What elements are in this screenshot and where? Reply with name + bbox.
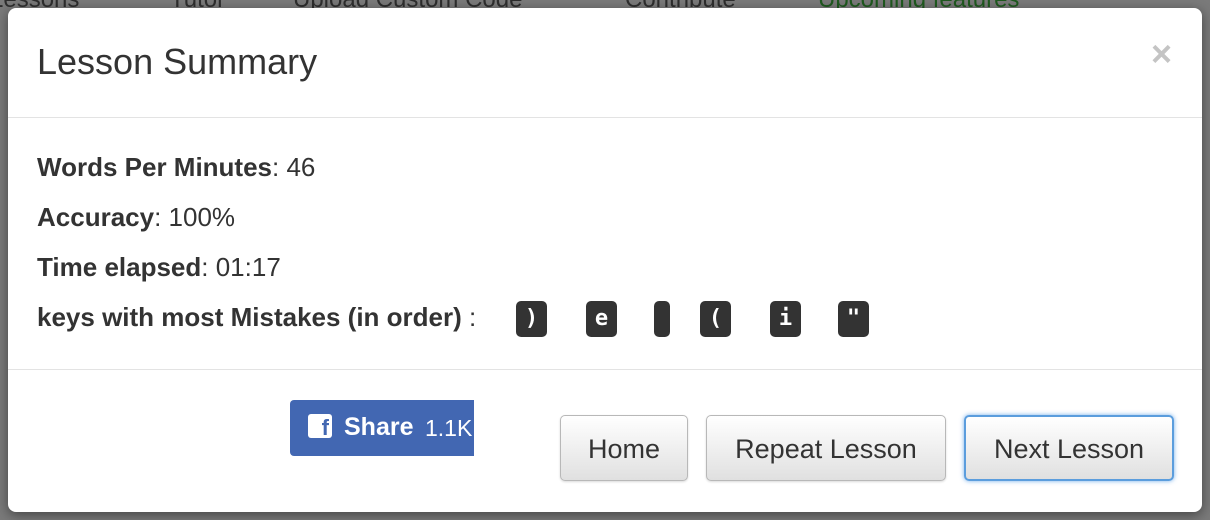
mistake-key [654, 301, 670, 337]
mistake-key: " [838, 301, 869, 337]
accuracy-value: : 100% [154, 202, 236, 232]
modal-title: Lesson Summary [37, 41, 318, 82]
stat-words-per-minute: Words Per Minutes: 46 [37, 152, 315, 183]
repeat-lesson-button[interactable]: Repeat Lesson [706, 415, 946, 481]
lesson-summary-modal: Lesson Summary × Words Per Minutes: 46 A… [8, 8, 1202, 512]
mistake-key: i [770, 301, 801, 337]
modal-header: Lesson Summary × [8, 8, 1202, 118]
mistake-key: e [586, 301, 617, 337]
modal-footer: f Share 1.1K Home Repeat Lesson Next Les… [8, 370, 1202, 512]
share-label: Share [344, 413, 414, 441]
close-icon[interactable]: × [1151, 36, 1172, 72]
mistake-key: ) [516, 301, 547, 337]
time-label: Time elapsed [37, 252, 202, 282]
mistake-key: ( [700, 301, 731, 337]
time-value: : 01:17 [201, 252, 281, 282]
stat-accuracy: Accuracy: 100% [37, 202, 235, 233]
wpm-label: Words Per Minutes [37, 152, 273, 182]
modal-body: Words Per Minutes: 46 Accuracy: 100% Tim… [8, 118, 1202, 370]
next-lesson-button[interactable]: Next Lesson [964, 415, 1174, 481]
facebook-icon: f [308, 414, 332, 438]
stat-time-elapsed: Time elapsed: 01:17 [37, 252, 281, 283]
stat-mistake-keys: keys with most Mistakes (in order) : [37, 302, 476, 333]
background-nav: Lessons Tutor Upload Custom Code Contrib… [0, 0, 1210, 13]
facebook-share-button[interactable]: f Share 1.1K [290, 400, 474, 456]
wpm-value: : 46 [272, 152, 316, 182]
mistakes-separator: : [461, 302, 477, 332]
home-button[interactable]: Home [560, 415, 688, 481]
share-count: 1.1K [425, 415, 473, 441]
mistakes-label: keys with most Mistakes (in order) [37, 302, 462, 332]
accuracy-label: Accuracy [37, 202, 155, 232]
